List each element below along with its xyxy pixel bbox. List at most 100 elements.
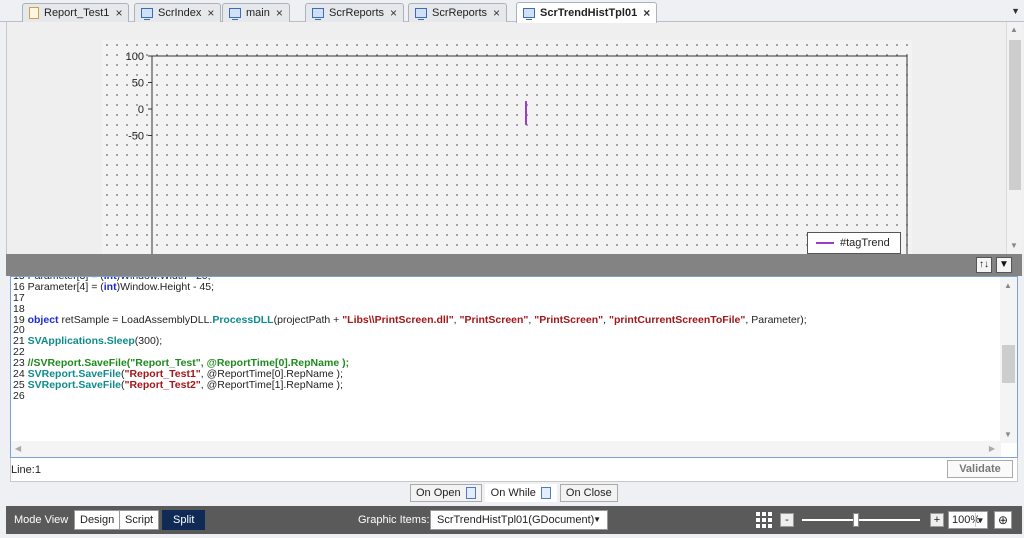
scroll-up-icon[interactable]: ▲ [1004, 281, 1012, 290]
tab-list-dropdown-icon[interactable]: ▼ [1011, 6, 1020, 16]
script-code[interactable]: 15 Parameter[3] = (int)Window.Width - 20… [13, 277, 998, 402]
editor-horizontal-scrollbar[interactable]: ◀ ▶ [11, 441, 1001, 457]
grid-toggle-icon[interactable] [756, 512, 772, 528]
screen-icon [141, 8, 153, 20]
design-vertical-scrollbar[interactable]: ▲ ▼ [1006, 22, 1022, 254]
zoom-in-button[interactable]: + [930, 513, 944, 527]
script-editor[interactable]: 15 Parameter[3] = (int)Window.Width - 20… [10, 276, 1018, 458]
tab-0[interactable]: Report_Test1 × [22, 3, 130, 22]
chevron-down-icon: ▼ [975, 513, 985, 527]
tab-2[interactable]: main × [222, 3, 290, 22]
tab-4[interactable]: ScrReports × [408, 3, 508, 22]
close-icon[interactable]: × [276, 6, 283, 20]
graphic-items-label: Graphic Items: [358, 514, 430, 526]
event-tab-1[interactable]: On While [484, 484, 557, 502]
zoom-slider-track[interactable] [802, 519, 920, 521]
code-line[interactable]: 26 [13, 389, 998, 402]
scrollbar-thumb[interactable] [1002, 345, 1015, 383]
close-icon[interactable]: × [390, 6, 397, 20]
scroll-down-icon[interactable]: ▼ [1004, 430, 1012, 439]
code-token: 16 Parameter[4] = ( [13, 280, 104, 293]
tab-label: ScrTrendHistTpl01 [540, 7, 638, 19]
close-icon[interactable]: × [115, 6, 122, 20]
mode-split-button[interactable]: Split [162, 510, 206, 530]
code-token: retSample = LoadAssemblyDLL. [58, 313, 213, 326]
tab-3[interactable]: ScrReports × [305, 3, 405, 22]
code-line[interactable]: 21 SVApplications.Sleep(300); [13, 336, 998, 347]
split-divider[interactable]: ↑↓ ▼ [6, 254, 1022, 276]
design-surface[interactable]: 100 50 0 -50 #tagTrend ▲ ▼ [6, 22, 1022, 254]
validate-button[interactable]: Validate [947, 460, 1013, 478]
trend-chart-canvas[interactable]: 100 50 0 -50 [102, 40, 912, 254]
script-icon [540, 487, 551, 499]
tab-label: main [246, 7, 270, 19]
script-icon [465, 487, 476, 499]
code-token: , @ReportTime[1].RepName ); [200, 378, 343, 391]
scroll-right-icon[interactable]: ▶ [989, 444, 995, 453]
code-token: int [103, 280, 117, 293]
event-tab-label: On Close [565, 487, 612, 499]
zoom-out-button[interactable]: - [780, 513, 794, 527]
tab-5[interactable]: ScrTrendHistTpl01 × [516, 2, 658, 23]
close-icon[interactable]: × [643, 6, 650, 20]
y-tick-label: -50 [128, 131, 144, 143]
code-token: (projectPath + [273, 313, 343, 326]
fit-to-screen-icon[interactable]: ⊕ [994, 511, 1012, 529]
code-token: "PrintScreen" [459, 313, 529, 326]
code-token: "PrintScreen" [534, 313, 604, 326]
zoom-level-select[interactable]: 100% ▼ [948, 511, 988, 529]
trend-plot: 100 50 0 -50 [126, 51, 908, 254]
legend-swatch [816, 242, 834, 244]
code-token: ProcessDLL [212, 313, 274, 326]
editor-status-line: Line:1 Validate [10, 458, 1018, 482]
tab-label: ScrReports [329, 7, 385, 19]
script-event-tabs: On Open On While On Close [410, 484, 621, 502]
scroll-down-icon[interactable]: ▼ [1010, 241, 1018, 250]
close-icon[interactable]: × [207, 6, 214, 20]
plot-frame [151, 55, 908, 254]
code-token: , Parameter); [745, 313, 807, 326]
tab-label: Report_Test1 [44, 7, 110, 19]
scrollbar-thumb[interactable] [1009, 40, 1021, 190]
code-line[interactable]: 25 SVReport.SaveFile("Report_Test2", @Re… [13, 378, 998, 391]
screen-icon [229, 8, 241, 20]
graphic-items-value: ScrTrendHistTpl01(GDocument) [437, 514, 595, 526]
mode-view-label: Mode View [14, 514, 69, 526]
code-token: 26 [13, 389, 25, 402]
chart-legend: #tagTrend [807, 232, 901, 254]
code-line[interactable]: 19 object retSample = LoadAssemblyDLL.Pr… [13, 313, 998, 326]
zoom-slider-thumb[interactable] [853, 513, 860, 527]
mode-design-button[interactable]: Design [74, 510, 121, 530]
screen-icon [312, 8, 324, 20]
chevron-down-icon: ▼ [593, 515, 601, 524]
code-token: )Window.Height - 45; [116, 280, 215, 293]
y-tick-label: 0 [138, 104, 144, 116]
code-token: SVReport.SaveFile [27, 378, 121, 391]
scroll-left-icon[interactable]: ◀ [15, 444, 21, 453]
event-tab-2[interactable]: On Close [559, 484, 618, 502]
scroll-up-icon[interactable]: ▲ [1010, 25, 1018, 34]
screen-icon [523, 8, 535, 20]
tab-1[interactable]: ScrIndex × [134, 3, 222, 22]
tab-label: ScrIndex [158, 7, 202, 19]
close-icon[interactable]: × [493, 6, 500, 20]
code-token: object [27, 313, 59, 326]
code-token: "Libs\\PrintScreen.dll" [342, 313, 454, 326]
code-token: (300); [134, 335, 163, 348]
legend-label: #tagTrend [840, 237, 890, 249]
code-line[interactable]: 16 Parameter[4] = (int)Window.Height - 4… [13, 280, 998, 293]
document-icon [29, 7, 39, 19]
event-tab-label: On While [490, 487, 536, 499]
mode-script-button[interactable]: Script [119, 510, 160, 530]
screen-icon [415, 8, 427, 20]
event-tab-0[interactable]: On Open [410, 484, 482, 502]
ide-window: ▼ Report_Test1 × ScrIndex × main × ScrReports ×… [0, 0, 1024, 538]
collapse-pane-button[interactable]: ▼ [996, 257, 1012, 273]
graphic-items-select[interactable]: ScrTrendHistTpl01(GDocument) ▼ [430, 510, 608, 530]
bottom-toolbar: Mode View Design Script Split Graphic It… [6, 506, 1022, 534]
code-line[interactable]: 17 [13, 292, 998, 304]
editor-vertical-scrollbar[interactable]: ▲ ▼ [1000, 277, 1017, 443]
swap-panes-button[interactable]: ↑↓ [976, 257, 992, 273]
event-tab-label: On Open [416, 487, 461, 499]
code-token: "printCurrentScreenToFile" [609, 313, 746, 326]
